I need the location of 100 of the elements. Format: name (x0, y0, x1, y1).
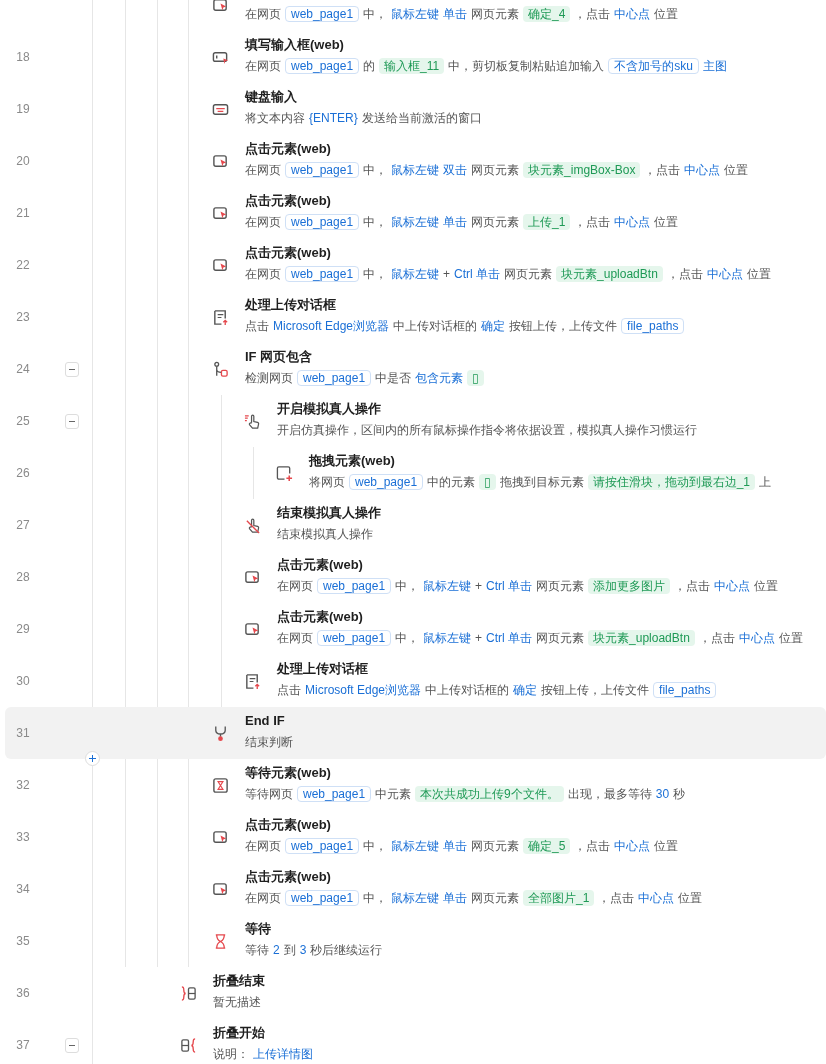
document-arrow-icon (244, 672, 261, 690)
cursor-box-icon (212, 0, 229, 14)
step-title: 点击元素(web) (245, 192, 332, 210)
cursor-box-icon (212, 256, 229, 274)
step-row[interactable]: 18 填写输入框(web) 在网页 web_page1 的 输入框_11 中，剪切板复制粘贴追加输入 不含加号的sku 主图 (5, 31, 826, 83)
step-row[interactable]: 20 点击元素(web) 在网页 web_page1 中， 鼠标左键 双击 网页元素 块元素_imgBox-Box ，点击 中心点 位置 (5, 135, 826, 187)
step-description: 结束模拟真人操作 (277, 526, 374, 543)
line-number: 26 (15, 466, 31, 480)
step-row[interactable]: 19 键盘输入 将文本内容 {ENTER} 发送给当前激活的窗口 (5, 83, 826, 135)
line-number: 30 (15, 674, 31, 688)
line-number: 18 (15, 50, 31, 64)
step-row[interactable]: 33 点击元素(web) 在网页 web_page1 中， 鼠标左键 单击 网页元素 确定_5 ，点击 中心点 位置 (5, 811, 826, 863)
hourglass-box-icon (212, 776, 229, 794)
step-title: IF 网页包含 (245, 348, 314, 366)
hand-icon (244, 412, 261, 430)
step-description: 在网页 web_page1 中， 鼠标左键 单击 网页元素 上传_1 ，点击 中心点 位置 (245, 213, 680, 232)
line-number: 34 (15, 882, 31, 896)
step-row[interactable]: 30 处理上传对话框 点击 Microsoft Edge浏览器 中上传对话框的 确定 按钮上传，上传文件 file_paths (5, 655, 826, 707)
step-row[interactable]: 35 等待 等待 2 到 3 秒后继续运行 (5, 915, 826, 967)
step-title: 处理上传对话框 (277, 660, 369, 678)
step-description: 在网页 web_page1 中， 鼠标左键 单击 网页元素 全部图片_1 ，点击 中心点 位置 (245, 889, 704, 908)
step-title: 点击元素(web) (277, 608, 364, 626)
cursor-box-icon (212, 204, 229, 222)
step-row[interactable]: 32 等待元素(web) 等待网页 web_page1 中元素 本次共成功上传9个文件。 出现，最多等待 30 秒 (5, 759, 826, 811)
brace-box-icon (180, 984, 197, 1002)
step-row[interactable]: 31 End IF 结束判断 (5, 707, 826, 759)
step-row[interactable]: 28 点击元素(web) 在网页 web_page1 中， 鼠标左键 + Ctrl 单击 网页元素 添加更多图片 ，点击 中心点 位置 (5, 551, 826, 603)
step-description: 在网页 web_page1 中， 鼠标左键 双击 网页元素 块元素_imgBox-Box ，点击 中心点 位置 (245, 161, 750, 180)
step-description: 开启仿真操作，区间内的所有鼠标操作指令将依据设置，模拟真人操作习惯运行 (277, 422, 698, 439)
step-title: 折叠结束 (213, 972, 265, 990)
line-number: 35 (15, 934, 31, 948)
step-title: 点击元素(web) (245, 140, 332, 158)
step-title: 结束模拟真人操作 (277, 504, 381, 522)
step-title: End IF (245, 712, 286, 730)
step-row[interactable]: 37 折叠开始 说明： 上传详情图 (5, 1019, 826, 1064)
box-plus-icon (276, 464, 293, 482)
step-row[interactable]: 25 开启模拟真人操作 开启仿真操作，区间内的所有鼠标操作指令将依据设置，模拟真人操作习惯运行 (5, 395, 826, 447)
step-description: 在网页 web_page1 中， 鼠标左键 单击 网页元素 确定_5 ，点击 中心点 位置 (245, 837, 680, 856)
cursor-box-icon (244, 620, 261, 638)
line-number: 28 (15, 570, 31, 584)
step-row[interactable]: 在网页 web_page1 中， 鼠标左键 单击 网页元素 确定_4 ，点击 中心点 位置 (5, 0, 826, 31)
line-number: 24 (15, 362, 31, 376)
cursor-box-icon (212, 152, 229, 170)
cursor-box-icon (244, 568, 261, 586)
collapse-button[interactable] (65, 1037, 79, 1053)
step-row[interactable]: 23 处理上传对话框 点击 Microsoft Edge浏览器 中上传对话框的 确定 按钮上传，上传文件 file_paths (5, 291, 826, 343)
collapse-button[interactable] (65, 361, 79, 377)
line-number: 27 (15, 518, 31, 532)
step-row[interactable]: 24 IF 网页包含 检测网页 web_page1 中是否 包含元素 ▯ (5, 343, 826, 395)
step-description: 在网页 web_page1 中， 鼠标左键 + Ctrl 单击 网页元素 添加更多图片 ，点击 中心点 位置 (277, 577, 780, 596)
step-description: 将文本内容 {ENTER} 发送给当前激活的窗口 (245, 110, 483, 127)
step-row[interactable]: 27 结束模拟真人操作 结束模拟真人操作 (5, 499, 826, 551)
step-description: 结束判断 (245, 734, 294, 751)
step-title: 点击元素(web) (245, 816, 332, 834)
line-number: 23 (15, 310, 31, 324)
step-title: 点击元素(web) (245, 244, 332, 262)
step-row[interactable]: 21 点击元素(web) 在网页 web_page1 中， 鼠标左键 单击 网页元素 上传_1 ，点击 中心点 位置 (5, 187, 826, 239)
step-description: 在网页 web_page1 中， 鼠标左键 + Ctrl 单击 网页元素 块元素_uploadBtn ，点击 中心点 位置 (277, 629, 804, 648)
hand-slash-icon (244, 516, 261, 534)
line-number: 19 (15, 102, 31, 116)
step-description: 点击 Microsoft Edge浏览器 中上传对话框的 确定 按钮上传，上传文件 file_paths (277, 680, 721, 700)
step-description: 在网页 web_page1 中， 鼠标左键 + Ctrl 单击 网页元素 块元素_uploadBtn ，点击 中心点 位置 (245, 265, 772, 284)
step-title: 点击元素(web) (277, 556, 364, 574)
step-description: 点击 Microsoft Edge浏览器 中上传对话框的 确定 按钮上传，上传文件 file_paths (245, 316, 689, 336)
step-title: 等待元素(web) (245, 764, 332, 782)
step-row[interactable]: 26 拖拽元素(web) 将网页 web_page1 中的元素 ▯ 拖拽到目标元素 请按住滑块，拖动到最右边_1 上 (5, 447, 826, 499)
step-row[interactable]: 29 点击元素(web) 在网页 web_page1 中， 鼠标左键 + Ctrl 单击 网页元素 块元素_uploadBtn ，点击 中心点 位置 (5, 603, 826, 655)
cursor-box-icon (212, 880, 229, 898)
step-description: 在网页 web_page1 中， 鼠标左键 单击 网页元素 确定_4 ，点击 中心点 位置 (245, 5, 680, 24)
line-number: 25 (15, 414, 31, 428)
step-description: 等待网页 web_page1 中元素 本次共成功上传9个文件。 出现，最多等待 30 秒 (245, 785, 687, 804)
step-description: 等待 2 到 3 秒后继续运行 (245, 942, 384, 959)
line-number: 36 (15, 986, 31, 1000)
line-number: 32 (15, 778, 31, 792)
line-number: 31 (15, 726, 31, 740)
document-arrow-icon (212, 308, 229, 326)
step-title: 处理上传对话框 (245, 296, 337, 314)
step-description: 说明： 上传详情图 (213, 1046, 314, 1063)
step-title: 键盘输入 (245, 88, 298, 106)
step-description: 检测网页 web_page1 中是否 包含元素 ▯ (245, 368, 488, 388)
line-number: 22 (15, 258, 31, 272)
step-title: 点击元素(web) (245, 868, 332, 886)
line-number: 20 (15, 154, 31, 168)
step-title: 开启模拟真人操作 (277, 400, 382, 418)
step-row[interactable]: 34 点击元素(web) 在网页 web_page1 中， 鼠标左键 单击 网页元素 全部图片_1 ，点击 中心点 位置 (5, 863, 826, 915)
line-number: 29 (15, 622, 31, 636)
collapse-button[interactable] (65, 413, 79, 429)
box-brace-icon (180, 1036, 197, 1054)
step-description: 在网页 web_page1 的 输入框_11 中，剪切板复制粘贴追加输入 不含加号的sku 主图 (245, 57, 728, 76)
step-row[interactable]: 36 折叠结束 暂无描述 (5, 967, 826, 1019)
step-title: 拖拽元素(web) (309, 452, 396, 470)
step-description: 将网页 web_page1 中的元素 ▯ 拖拽到目标元素 请按住滑块，拖动到最右边_1 上 (309, 473, 773, 492)
step-title: 折叠开始 (213, 1024, 266, 1042)
line-number: 37 (15, 1038, 31, 1052)
line-number: 21 (15, 206, 31, 220)
step-title: 等待 (245, 920, 272, 938)
cursor-box-icon (212, 828, 229, 846)
step-row[interactable]: 22 点击元素(web) 在网页 web_page1 中， 鼠标左键 + Ctrl 单击 网页元素 块元素_uploadBtn ，点击 中心点 位置 (5, 239, 826, 291)
branch-icon (212, 360, 229, 378)
step-description: 暂无描述 (213, 994, 262, 1011)
